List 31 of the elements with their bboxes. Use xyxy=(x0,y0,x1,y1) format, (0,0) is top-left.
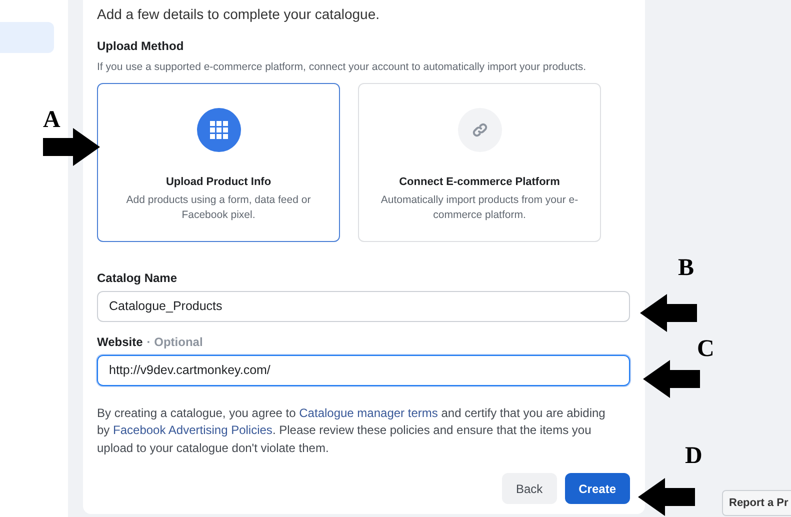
intro-text: Add a few details to complete your catalogue. xyxy=(97,5,381,23)
back-button[interactable]: Back xyxy=(502,473,557,504)
annotation-letter: A xyxy=(43,108,60,132)
text-input-field[interactable]: Catalogue_Products xyxy=(97,290,630,322)
annotation-letter: B xyxy=(678,256,694,280)
option-title: Upload Product Info xyxy=(166,174,272,190)
annotation-letter: D xyxy=(685,444,702,468)
grid-icon xyxy=(210,120,228,139)
report-problem-button[interactable]: Report a Pr xyxy=(722,490,791,516)
annotation-arrow xyxy=(643,360,700,398)
sidebar-item[interactable] xyxy=(0,22,54,53)
policy-link[interactable]: Facebook Advertising Policies xyxy=(113,423,272,438)
text-input-field[interactable]: http://v9dev.cartmonkey.com/ xyxy=(97,354,630,386)
field-label: Catalog Name xyxy=(97,270,178,287)
create-button[interactable]: Create xyxy=(564,473,630,504)
field-label: Website xyxy=(97,334,143,351)
policy-link[interactable]: Catalogue manager terms xyxy=(299,406,438,420)
annotation-letter: C xyxy=(697,337,714,361)
section-title: Upload Method xyxy=(97,38,185,55)
option-title: Connect E-commerce Platform xyxy=(399,174,560,190)
link-icon xyxy=(472,122,488,138)
upload-option-card[interactable]: Connect E-commerce Platform Automatically import products from your e-commerce platform. xyxy=(358,82,601,242)
annotation-arrow xyxy=(638,478,695,516)
option-description: Automatically import products from your e-commerce platform. xyxy=(380,193,580,222)
annotation-arrow xyxy=(43,128,100,166)
annotation-arrow xyxy=(640,294,697,332)
agreement-text: By creating a catalogue, you agree to Catalogue manager terms and certify that you are abiding by Facebook Advertising Policies. Please review these policies and ensure that the items you upload to your catalogue don't violate them. xyxy=(97,404,606,457)
upload-option-card[interactable]: Upload Product Info Add products using a form, data feed or Facebook pixel. xyxy=(97,82,340,242)
section-hint: If you use a supported e-commerce platform, connect your account to automatically import your products. xyxy=(97,60,588,75)
optional-label: · Optional xyxy=(146,334,203,351)
option-description: Add products using a form, data feed or Facebook pixel. xyxy=(125,193,312,222)
